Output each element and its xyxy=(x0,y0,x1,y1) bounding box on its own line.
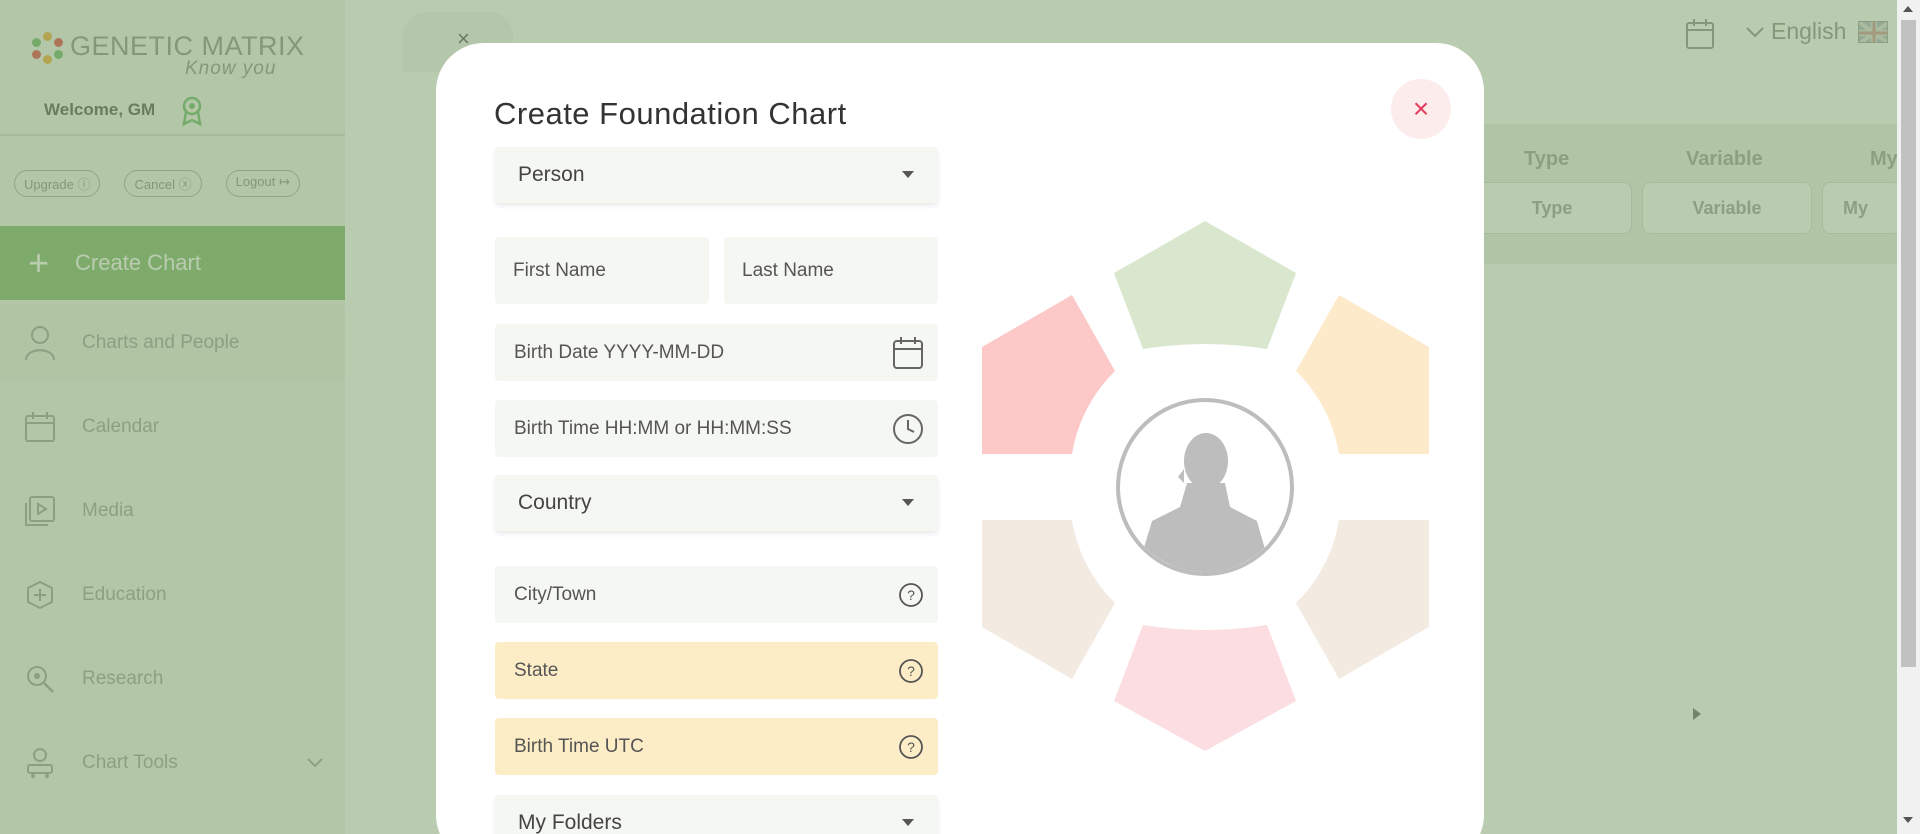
hex-segment-lower-right xyxy=(1296,520,1429,679)
folders-select[interactable]: My Folders xyxy=(495,795,938,834)
close-button[interactable]: × xyxy=(1391,79,1451,139)
birth-date-field[interactable]: Birth Date YYYY-MM-DD xyxy=(495,324,938,381)
country-select[interactable]: Country xyxy=(495,475,938,531)
hex-segment-upper-left xyxy=(982,295,1115,454)
svg-text:?: ? xyxy=(907,739,915,755)
birth-time-placeholder: Birth Time HH:MM or HH:MM:SS xyxy=(514,417,792,439)
caret-down-icon xyxy=(902,171,914,178)
avatar-icon xyxy=(1116,398,1294,576)
clock-icon[interactable] xyxy=(892,413,924,445)
city-field[interactable]: City/Town ? xyxy=(495,566,938,623)
scroll-down-icon[interactable] xyxy=(1903,817,1913,823)
birth-time-utc-placeholder: Birth Time UTC xyxy=(514,735,644,757)
country-value: Country xyxy=(518,491,592,514)
help-icon[interactable]: ? xyxy=(898,582,924,608)
caret-down-icon xyxy=(902,499,914,506)
first-name-field[interactable]: First Name xyxy=(495,237,709,304)
hex-segment-lower-left xyxy=(982,520,1115,679)
hex-segment-upper-right xyxy=(1296,295,1429,454)
create-foundation-chart-modal: Create Foundation Chart × Person First N… xyxy=(436,43,1484,834)
modal-title: Create Foundation Chart xyxy=(494,96,847,131)
chart-avatar-graphic xyxy=(982,221,1429,751)
last-name-field[interactable]: Last Name xyxy=(724,237,938,304)
close-icon: × xyxy=(1412,93,1430,124)
birth-date-placeholder: Birth Date YYYY-MM-DD xyxy=(514,341,725,363)
scrollbar-thumb[interactable] xyxy=(1901,20,1916,667)
hex-segment-bottom xyxy=(1114,625,1296,751)
state-field[interactable]: State ? xyxy=(495,642,938,699)
city-placeholder: City/Town xyxy=(514,583,597,605)
birth-time-field[interactable]: Birth Time HH:MM or HH:MM:SS xyxy=(495,400,938,457)
first-name-placeholder: First Name xyxy=(513,259,606,281)
help-icon[interactable]: ? xyxy=(898,658,924,684)
scroll-up-icon[interactable] xyxy=(1903,6,1913,12)
state-placeholder: State xyxy=(514,659,559,681)
help-icon[interactable]: ? xyxy=(898,734,924,760)
birth-time-utc-field[interactable]: Birth Time UTC ? xyxy=(495,718,938,775)
chart-type-select[interactable]: Person xyxy=(495,147,938,203)
caret-down-icon xyxy=(902,819,914,826)
svg-text:?: ? xyxy=(907,663,915,679)
last-name-placeholder: Last Name xyxy=(742,259,834,281)
calendar-icon[interactable] xyxy=(892,336,924,370)
folders-value: My Folders xyxy=(518,811,622,834)
svg-text:?: ? xyxy=(907,587,915,603)
chart-type-value: Person xyxy=(518,163,585,186)
hex-segment-top xyxy=(1114,221,1296,349)
page-scrollbar[interactable] xyxy=(1897,0,1920,834)
